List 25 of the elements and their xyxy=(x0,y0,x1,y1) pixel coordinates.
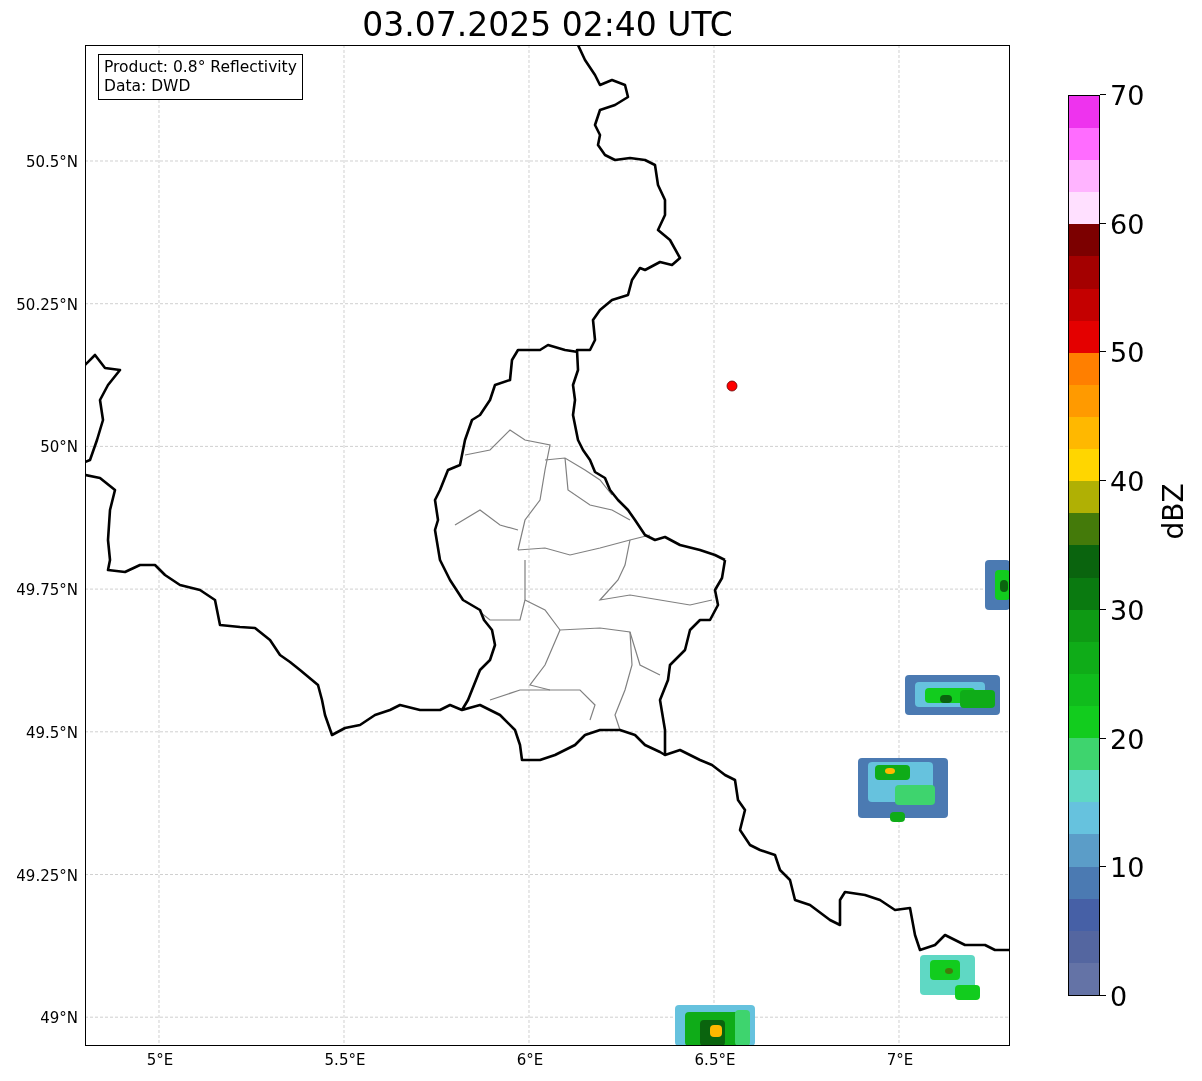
axis-tick-label: 49.25°N xyxy=(16,866,78,885)
colorbar-tick-label: 20 xyxy=(1110,725,1145,753)
colorbar-tick-label: 0 xyxy=(1110,982,1128,1010)
axis-tick-label: 50.25°N xyxy=(16,295,78,314)
colorbar-tick-label: 50 xyxy=(1110,338,1145,366)
colorbar-tick-label: 30 xyxy=(1110,596,1145,624)
colorbar-tick-label: 70 xyxy=(1110,81,1145,109)
axis-tick-label: 6.5°E xyxy=(694,1051,736,1069)
colorbar-tick-label: 60 xyxy=(1110,210,1145,238)
radar-site-marker xyxy=(726,380,738,392)
axis-tick-label: 50°N xyxy=(40,438,78,457)
info-text: Product: 0.8° Reflectivity xyxy=(104,58,297,77)
axis-tick-label: 49°N xyxy=(40,1009,78,1028)
axis-tick-label: 5.5°E xyxy=(324,1051,366,1069)
colorbar-tick-label: 40 xyxy=(1110,467,1145,495)
colorbar-label: dBZ xyxy=(1156,483,1190,540)
axis-tick-label: 6°E xyxy=(516,1051,544,1069)
chart-title: 03.07.2025 02:40 UTC xyxy=(361,4,734,45)
axis-tick-label: 5°E xyxy=(146,1051,174,1069)
axis-tick-label: 49.5°N xyxy=(25,723,78,742)
axis-tick-label: 50.5°N xyxy=(25,153,78,171)
axis-tick-label: 49.75°N xyxy=(16,581,78,600)
info-text: Data: DWD xyxy=(104,77,192,96)
colorbar-tick-label: 10 xyxy=(1110,853,1145,881)
axis-tick-label: 7°E xyxy=(886,1051,914,1069)
